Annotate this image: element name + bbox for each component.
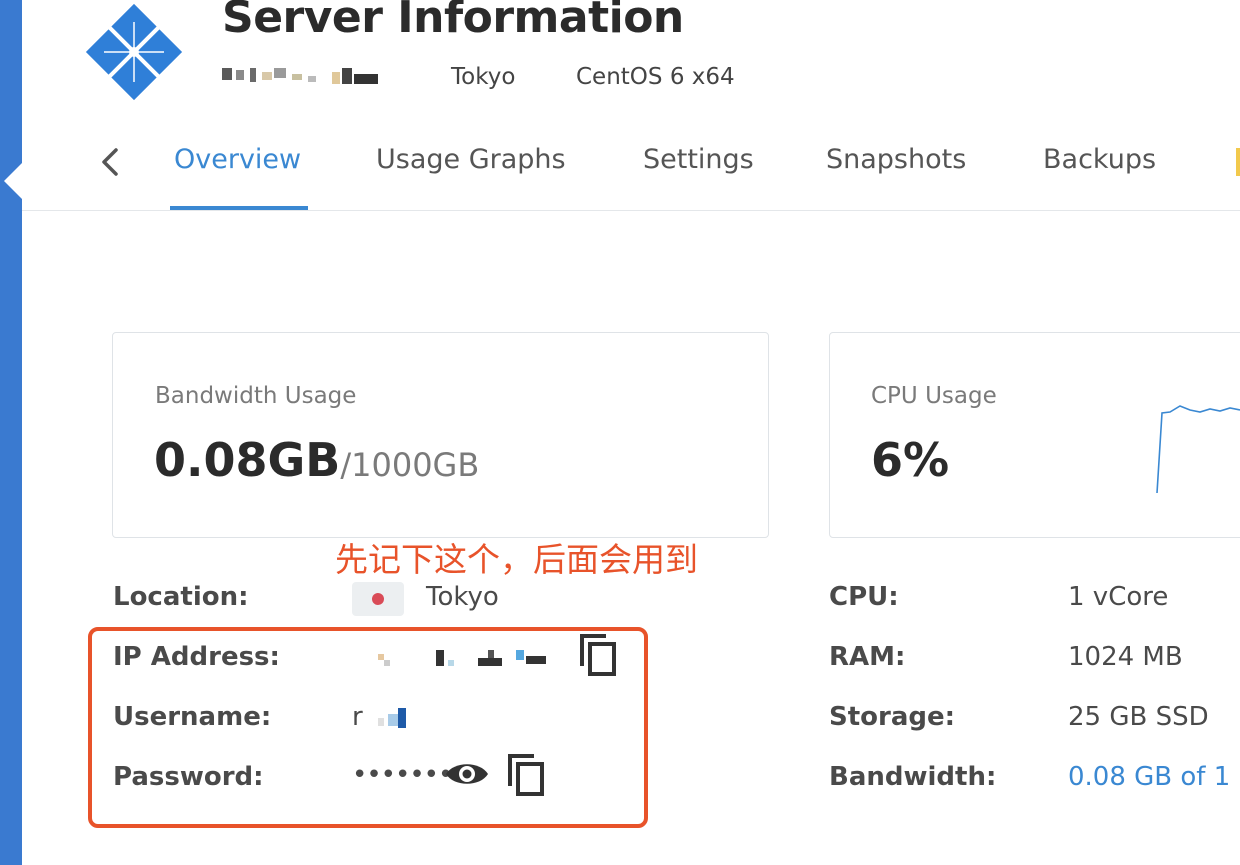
cpu-usage-sparkline [1156, 405, 1240, 494]
ram-value: 1024 MB [1068, 642, 1183, 672]
credentials-highlight-box [88, 627, 648, 828]
storage-label: Storage: [829, 702, 956, 732]
server-os: CentOS 6 x64 [576, 64, 735, 90]
vultr-logo-icon [85, 3, 183, 101]
location-label: Location: [113, 582, 249, 612]
tab-overflow-edge [1236, 148, 1240, 176]
tab-overview[interactable]: Overview [174, 144, 301, 175]
bandwidth-usage-card: Bandwidth Usage 0.08GB/1000GB [112, 332, 769, 538]
japan-flag-icon [352, 582, 404, 616]
tab-settings[interactable]: Settings [643, 144, 754, 175]
location-value: Tokyo [426, 582, 499, 612]
cpu-value: 1 vCore [1068, 582, 1169, 612]
cpu-label: CPU: [829, 582, 899, 612]
ram-label: RAM: [829, 642, 906, 672]
tab-bar: Overview Usage Graphs Settings Snapshots… [0, 120, 1240, 212]
bandwidth-usage-value: 0.08GB/1000GB [154, 433, 479, 487]
tab-snapshots[interactable]: Snapshots [826, 144, 966, 175]
hostname-redacted [222, 66, 392, 90]
cpu-usage-label: CPU Usage [871, 383, 997, 409]
tabs-divider [22, 210, 1240, 211]
annotation-note: 先记下这个，后面会用到 [335, 540, 698, 579]
bandwidth-usage-label: Bandwidth Usage [155, 383, 357, 409]
page-title: Server Information [222, 0, 684, 43]
server-location: Tokyo [451, 64, 516, 90]
bandwidth-total: /1000GB [340, 446, 480, 484]
chevron-left-icon[interactable] [98, 142, 124, 182]
bandwidth-label: Bandwidth: [829, 762, 997, 792]
bandwidth-value-link[interactable]: 0.08 GB of 1 [1068, 762, 1240, 792]
bandwidth-used: 0.08GB [154, 433, 341, 487]
tab-usage-graphs[interactable]: Usage Graphs [376, 144, 566, 175]
tab-backups[interactable]: Backups [1043, 144, 1156, 175]
storage-value: 25 GB SSD [1068, 702, 1209, 732]
cpu-usage-value: 6% [871, 433, 950, 487]
